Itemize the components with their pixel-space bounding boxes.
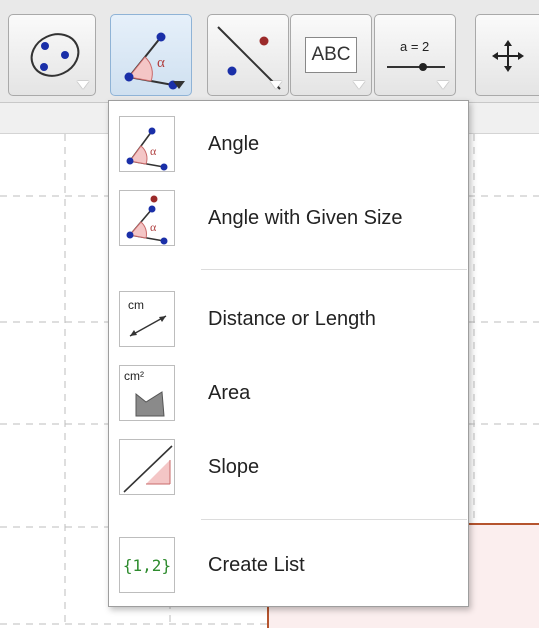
menu-item-label: Distance or Length [208, 308, 376, 330]
angle-tool-menu: α Angle α Angle with Given Size cm Dista… [108, 100, 469, 607]
menu-item-slope[interactable]: Slope [109, 432, 468, 502]
svg-text:α: α [157, 55, 165, 71]
menu-item-label: Angle with Given Size [208, 207, 403, 229]
move-cross-icon [492, 40, 524, 72]
dropdown-arrow-icon [270, 81, 282, 89]
menu-item-distance[interactable]: cm Distance or Length [109, 284, 468, 354]
dropdown-arrow-icon [77, 81, 89, 89]
line-tool-button[interactable] [207, 14, 289, 96]
create-list-icon: {1,2} [122, 555, 172, 575]
angle-icon: α [126, 127, 168, 171]
slope-icon [123, 445, 173, 493]
menu-item-angle-given-size[interactable]: α Angle with Given Size [109, 183, 468, 253]
dropdown-arrow-icon [173, 81, 185, 89]
menu-separator [201, 519, 467, 520]
menu-item-label: Area [208, 382, 251, 404]
slider-tool-button[interactable]: a = 2 [374, 14, 456, 96]
menu-separator [201, 269, 467, 270]
svg-text:α: α [150, 220, 157, 234]
menu-item-label: Slope [208, 456, 260, 478]
menu-item-label: Angle [208, 133, 260, 155]
menu-item-area[interactable]: cm² Area [109, 358, 468, 428]
dropdown-arrow-icon [437, 81, 449, 89]
angle-given-size-icon: α [126, 195, 168, 245]
angle-tool-button[interactable]: α [110, 14, 192, 96]
menu-item-create-list[interactable]: {1,2} Create List [109, 530, 468, 600]
toolbar: α ABC a = 2 [0, 0, 539, 103]
text-tool-button[interactable]: ABC [290, 14, 372, 96]
menu-item-label: Create List [208, 554, 305, 576]
conic-tool-button[interactable] [8, 14, 96, 96]
move-view-tool-button[interactable] [475, 14, 539, 96]
distance-icon [129, 315, 167, 337]
svg-text:α: α [150, 144, 157, 158]
area-icon [135, 391, 165, 417]
menu-item-angle[interactable]: α Angle [109, 109, 468, 179]
dropdown-arrow-icon [353, 81, 365, 89]
slider-tool-label: a = 2 [400, 39, 430, 54]
